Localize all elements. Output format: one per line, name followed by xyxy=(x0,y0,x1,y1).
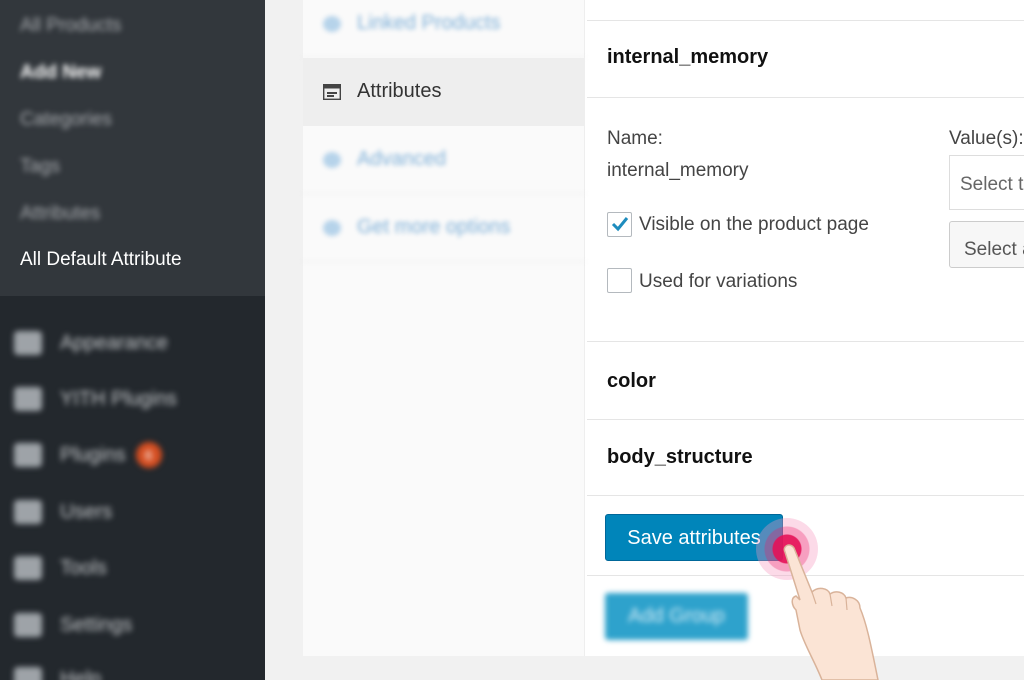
tab-linked-products[interactable]: Linked Products xyxy=(303,0,585,58)
tab-advanced[interactable]: Advanced xyxy=(303,126,585,194)
submenu-item-all-default-attribute[interactable]: All Default Attribute xyxy=(20,249,182,271)
paintbrush-icon xyxy=(14,331,42,355)
users-icon xyxy=(14,500,42,524)
divider xyxy=(587,419,1024,420)
admin-sidebar: All Products Add New Categories Tags Att… xyxy=(0,0,265,680)
used-for-variations-checkbox[interactable] xyxy=(607,268,632,293)
product-data-tabs: Linked Products Attributes Advanced Get … xyxy=(303,0,585,656)
tab-label: Get more options xyxy=(357,216,511,238)
submenu-item-all-products[interactable]: All Products xyxy=(20,15,121,37)
menu-item-label: Appearance xyxy=(60,331,168,354)
pointing-hand-icon xyxy=(783,544,879,680)
menu-item-label: Settings xyxy=(60,613,133,636)
menu-item-label: Plugins xyxy=(60,443,126,466)
attribute-header-internal-memory[interactable]: internal_memory xyxy=(607,46,768,69)
product-data-panel: Linked Products Attributes Advanced Get … xyxy=(303,0,1024,656)
add-group-button[interactable]: Add Group xyxy=(605,593,748,640)
menu-item-label: Help xyxy=(60,667,102,680)
divider xyxy=(587,495,1024,496)
menu-item-label: Users xyxy=(60,500,113,523)
submenu-item-tags[interactable]: Tags xyxy=(20,156,60,178)
divider xyxy=(587,341,1024,342)
menu-item-settings[interactable]: Settings xyxy=(14,608,132,642)
menu-item-users[interactable]: Users xyxy=(14,495,112,529)
submenu-item-attributes[interactable]: Attributes xyxy=(20,203,100,225)
menu-item-help[interactable]: Help xyxy=(14,662,101,680)
attribute-name-label: Name: xyxy=(607,128,663,149)
submenu-item-categories[interactable]: Categories xyxy=(20,109,112,131)
menu-item-label: Tools xyxy=(60,556,107,579)
settings-icon xyxy=(14,613,42,637)
visible-on-product-page-label[interactable]: Visible on the product page xyxy=(639,214,869,236)
menu-item-plugins[interactable]: Plugins 6 xyxy=(14,438,162,472)
attribute-values-label: Value(s): xyxy=(949,128,1024,149)
attributes-icon xyxy=(322,83,342,100)
update-count-badge: 6 xyxy=(135,442,162,468)
checkmark-icon xyxy=(611,217,629,232)
tab-label: Linked Products xyxy=(357,12,501,34)
tab-attributes[interactable]: Attributes xyxy=(303,58,585,126)
attribute-header-color[interactable]: color xyxy=(607,370,656,393)
divider xyxy=(587,97,1024,98)
menu-item-appearance[interactable]: Appearance xyxy=(14,326,168,360)
attribute-header-body-structure[interactable]: body_structure xyxy=(607,446,753,469)
star-icon xyxy=(323,219,341,236)
divider xyxy=(587,20,1024,21)
select-all-button[interactable]: Select all xyxy=(949,221,1024,268)
terms-select-input[interactable]: Select terms xyxy=(949,155,1024,210)
gear-icon xyxy=(323,151,341,168)
yith-icon xyxy=(14,387,42,411)
tab-label: Attributes xyxy=(357,80,442,102)
used-for-variations-label[interactable]: Used for variations xyxy=(639,271,797,293)
menu-item-label: YITH Plugins xyxy=(60,387,177,410)
tab-get-more-options[interactable]: Get more options xyxy=(303,194,585,262)
wrench-icon xyxy=(14,556,42,580)
tab-label: Advanced xyxy=(357,148,446,170)
visible-on-product-page-checkbox[interactable] xyxy=(607,212,632,237)
products-submenu: All Products Add New Categories Tags Att… xyxy=(0,0,265,296)
help-icon xyxy=(14,667,42,680)
menu-item-tools[interactable]: Tools xyxy=(14,551,107,585)
link-icon xyxy=(323,15,341,32)
menu-item-yith-plugins[interactable]: YITH Plugins xyxy=(14,382,177,416)
attribute-name-value: internal_memory xyxy=(607,160,749,181)
submenu-item-add-new[interactable]: Add New xyxy=(20,62,101,84)
plugin-icon xyxy=(14,443,42,467)
